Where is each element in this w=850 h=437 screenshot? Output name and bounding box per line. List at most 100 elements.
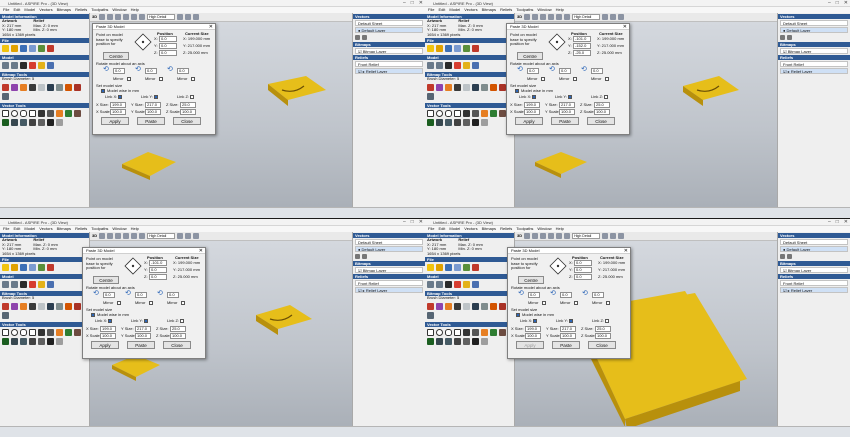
fill-icon[interactable]: [11, 83, 18, 91]
circle-icon[interactable]: [11, 328, 18, 336]
reliefs-front-select[interactable]: Front Relief: [355, 280, 423, 286]
model-wise-checkbox[interactable]: [91, 313, 95, 317]
mirror-z-checkbox[interactable]: [605, 77, 609, 81]
star-icon[interactable]: [463, 109, 470, 117]
y-scale-field[interactable]: 100.0: [135, 333, 151, 339]
view-side-icon[interactable]: [115, 233, 122, 239]
circle-icon[interactable]: [436, 328, 443, 336]
material-icon[interactable]: [185, 233, 192, 239]
mirror-y-checkbox[interactable]: [573, 77, 577, 81]
position-z-field[interactable]: 0.0: [159, 50, 177, 56]
rotate-x-icon[interactable]: ⟲: [93, 290, 99, 296]
close-button[interactable]: Close: [163, 341, 191, 349]
vectors-layer-row[interactable]: ● Default Layer: [780, 27, 848, 33]
star-icon[interactable]: [38, 328, 45, 336]
text-tool-icon[interactable]: [56, 109, 63, 117]
rotate-z-field[interactable]: 0.0: [177, 68, 189, 74]
centre-button[interactable]: Centre: [93, 276, 119, 284]
arc-icon[interactable]: [47, 109, 54, 117]
dialog-close-icon[interactable]: ✕: [623, 24, 627, 30]
fillet-icon[interactable]: [445, 118, 452, 126]
z-scale-field[interactable]: 100.0: [170, 333, 186, 339]
grid-icon[interactable]: [618, 233, 625, 239]
close-window-icon[interactable]: ✕: [419, 0, 423, 6]
view-iso-icon[interactable]: [123, 233, 130, 239]
view-3d-label[interactable]: 3D: [517, 14, 522, 20]
brush-value[interactable]: 5: [32, 295, 34, 300]
erase-icon[interactable]: [20, 83, 27, 91]
mirror-z-checkbox[interactable]: [606, 301, 610, 305]
color-picker-icon[interactable]: [463, 302, 470, 310]
undo-icon[interactable]: [427, 62, 434, 69]
rotate-x-field[interactable]: 0.0: [103, 292, 115, 298]
close-button[interactable]: Close: [173, 117, 201, 125]
paste-button[interactable]: Paste: [552, 341, 580, 349]
align-icon[interactable]: [38, 337, 45, 345]
apply-button[interactable]: Apply: [516, 341, 544, 349]
zoom-icon[interactable]: [131, 14, 138, 20]
offset-icon[interactable]: [65, 109, 72, 117]
color-picker-icon[interactable]: [38, 83, 45, 91]
view-front-icon[interactable]: [532, 14, 539, 20]
save-file-icon[interactable]: [20, 45, 27, 52]
paste-model-icon[interactable]: [454, 281, 461, 288]
mirror-vector-icon[interactable]: [454, 118, 461, 126]
link-x-checkbox[interactable]: [108, 319, 112, 323]
brush-icon[interactable]: [47, 83, 54, 91]
paste-model-icon[interactable]: [29, 281, 36, 288]
line-tool-icon[interactable]: [29, 302, 36, 310]
y-scale-field[interactable]: 100.0: [559, 109, 575, 115]
erase-icon[interactable]: [445, 83, 452, 91]
scissors-icon[interactable]: [20, 62, 27, 69]
rotate-x-icon[interactable]: ⟲: [517, 66, 523, 72]
smooth-icon[interactable]: [481, 302, 488, 310]
zoom-fit-icon[interactable]: [139, 14, 146, 20]
save-as-icon[interactable]: [454, 45, 461, 52]
line-tool-icon[interactable]: [29, 83, 36, 91]
circle-icon[interactable]: [11, 109, 18, 117]
minimize-icon[interactable]: –: [403, 0, 406, 6]
fillet-icon[interactable]: [445, 337, 452, 345]
ellipse-icon[interactable]: [445, 109, 452, 117]
line-tool-icon[interactable]: [454, 83, 461, 91]
align-icon[interactable]: [463, 337, 470, 345]
text-tool-icon[interactable]: [56, 328, 63, 336]
smooth-icon[interactable]: [56, 302, 63, 310]
mirror-x-checkbox[interactable]: [541, 77, 545, 81]
paste-model-icon[interactable]: [29, 62, 36, 69]
z-size-field[interactable]: 25.0: [594, 102, 610, 108]
position-x-field[interactable]: -101.0: [149, 260, 167, 266]
smooth-icon[interactable]: [56, 83, 63, 91]
rotate-z-field[interactable]: 0.0: [592, 292, 604, 298]
brush-icon[interactable]: [472, 83, 479, 91]
detail-select[interactable]: High Detail: [147, 233, 176, 239]
redo-icon[interactable]: [11, 62, 18, 69]
mirror-x-checkbox[interactable]: [542, 301, 546, 305]
y-scale-field[interactable]: 100.0: [145, 109, 161, 115]
view-3d-label[interactable]: 3D: [92, 233, 97, 239]
layers-icon[interactable]: [47, 62, 54, 69]
ungroup-icon[interactable]: [481, 118, 488, 126]
link-x-checkbox[interactable]: [533, 319, 537, 323]
position-y-field[interactable]: 0.0: [159, 43, 177, 49]
redo-icon[interactable]: [11, 281, 18, 288]
polygon-icon[interactable]: [29, 109, 36, 117]
export-icon[interactable]: [47, 264, 54, 271]
vectors-sheet-select[interactable]: Default Sheet: [355, 239, 423, 245]
offset-icon[interactable]: [490, 328, 497, 336]
position-anchor-icon[interactable]: [547, 32, 567, 52]
save-as-icon[interactable]: [29, 264, 36, 271]
rectangle-icon[interactable]: [2, 328, 9, 336]
grid-icon[interactable]: [193, 233, 200, 239]
apply-button[interactable]: Apply: [101, 117, 129, 125]
link-z-checkbox[interactable]: [180, 319, 184, 323]
ungroup-icon[interactable]: [481, 337, 488, 345]
view-iso-icon[interactable]: [123, 14, 130, 20]
close-window-icon[interactable]: ✕: [419, 219, 423, 225]
rotate-y-field[interactable]: 0.0: [135, 292, 147, 298]
brush-icon[interactable]: [47, 302, 54, 310]
mirror-vector-icon[interactable]: [29, 337, 36, 345]
open-file-icon[interactable]: [436, 264, 443, 271]
position-x-field[interactable]: 0.0: [159, 36, 177, 42]
layer-delete-icon[interactable]: [787, 254, 792, 259]
